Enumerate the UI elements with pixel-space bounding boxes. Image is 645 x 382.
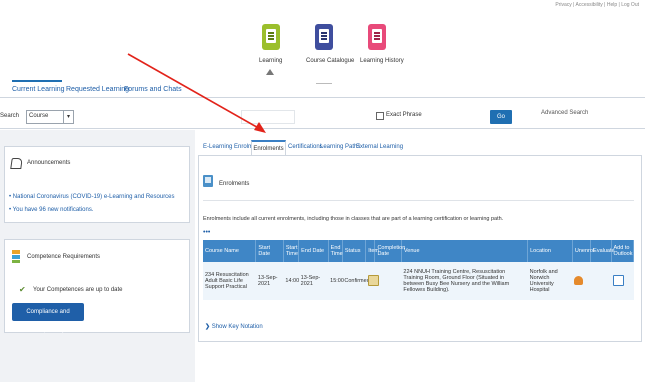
arrow-line (127, 53, 263, 131)
arrow-head-icon (254, 122, 266, 133)
annotation-arrow (127, 53, 266, 133)
